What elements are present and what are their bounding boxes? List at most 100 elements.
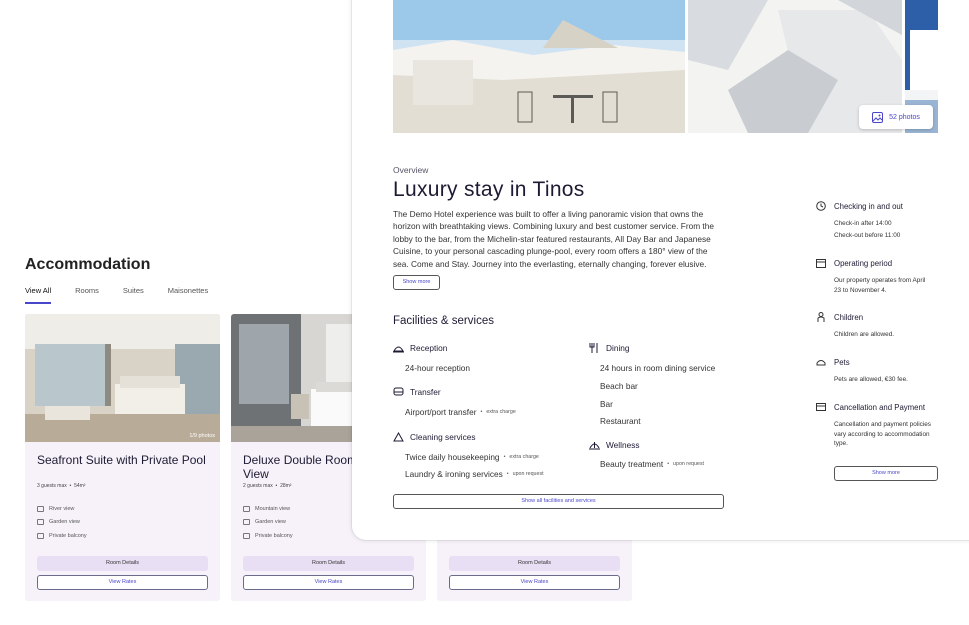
view-rates-button[interactable]: View Rates [37, 575, 208, 590]
feature-label: Garden view [255, 519, 286, 525]
room-feature: Private balcony [243, 533, 293, 539]
room-size: 28m² [280, 483, 292, 489]
room-feature: Garden view [243, 519, 286, 525]
cutlery-icon [589, 343, 598, 353]
room-feature: Mountain view [243, 506, 290, 512]
facility-label: 24 hours in room dining service [600, 363, 716, 373]
guests-max: 2 guests max [243, 483, 273, 489]
tab-maisonettes[interactable]: Maisonettes [168, 286, 208, 304]
photos-count-label: 52 photos [889, 113, 920, 121]
garden-icon [37, 519, 44, 525]
all-photos-button[interactable]: 52 photos [859, 105, 933, 129]
tab-suites[interactable]: Suites [123, 286, 144, 304]
facility-label: Bar [600, 399, 613, 409]
gallery-photo[interactable] [393, 0, 685, 133]
room-photo[interactable] [25, 314, 220, 442]
facility-label: Airport/port transfer [405, 407, 477, 417]
cancellation-title: Cancellation and Payment [834, 403, 926, 412]
view-icon [243, 506, 250, 512]
facility-label: Laundry & ironing services [405, 469, 503, 479]
feature-label: Mountain view [255, 506, 291, 512]
room-feature: Garden view [37, 519, 80, 525]
facility-item: Airport/port transfer • extra charge [405, 407, 516, 417]
feature-label: Private balcony [49, 533, 87, 539]
facilities-title: Facilities & services [393, 315, 494, 327]
facility-item: Bar [600, 399, 613, 409]
facility-item: 24-hour reception [405, 363, 470, 373]
photo-gallery: 52 photos [393, 0, 938, 133]
pets-text: Pets are allowed, €30 fee. [834, 376, 908, 383]
facility-group-wellness: Wellness [589, 440, 640, 450]
group-label: Dining [606, 343, 630, 353]
feature-label: River view [49, 506, 75, 512]
checkout-time: Check-out before 11:00 [834, 232, 901, 239]
facility-label: Beach bar [600, 381, 638, 391]
facility-group-cleaning: Cleaning services [393, 432, 475, 442]
facility-item: Restaurant [600, 416, 641, 426]
operating-title: Operating period [834, 259, 893, 268]
facility-item: Laundry & ironing services • upon request [405, 469, 544, 479]
guests-max: 3 guests max [37, 483, 67, 489]
children-text: Children are allowed. [834, 331, 895, 338]
group-label: Transfer [410, 387, 441, 397]
room-details-button[interactable]: Room Details [37, 556, 208, 571]
facility-label: Beauty treatment [600, 459, 664, 469]
facility-label: Twice daily housekeeping [405, 452, 500, 462]
tab-view-all[interactable]: View All [25, 286, 52, 304]
facility-note: extra charge [509, 454, 539, 460]
room-meta: 2 guests max • 28m² [243, 483, 292, 489]
calendar-icon [816, 259, 826, 268]
page-title: Luxury stay in Tinos [393, 178, 585, 201]
facility-note: upon request [673, 461, 704, 467]
facility-label: Restaurant [600, 416, 641, 426]
group-label: Wellness [606, 440, 640, 450]
tab-rooms[interactable]: Rooms [75, 286, 99, 304]
facility-item: Twice daily housekeeping • extra charge [405, 452, 539, 462]
facility-group-reception: Reception [393, 343, 447, 353]
room-feature: River view [37, 506, 74, 512]
checkin-time: Check-in after 14:00 [834, 220, 892, 227]
pets-title: Pets [834, 358, 850, 367]
facility-group-dining: Dining [589, 343, 630, 353]
view-rates-button[interactable]: View Rates [243, 575, 414, 590]
facility-item: Beauty treatment • upon request [600, 459, 704, 469]
child-icon [817, 312, 825, 322]
facility-item: 24 hours in room dining service [600, 363, 715, 373]
view-icon [37, 506, 44, 512]
group-label: Reception [410, 343, 448, 353]
view-rates-button[interactable]: View Rates [449, 575, 620, 590]
children-title: Children [834, 313, 864, 322]
facility-item: Beach bar [600, 381, 638, 391]
room-feature: Private balcony [37, 533, 87, 539]
room-card: 1/9 photos Seafront Suite with Private P… [25, 314, 220, 601]
operating-text: Our property operates from April 23 to N… [834, 277, 926, 294]
accommodation-tabs: View All Rooms Suites Maisonettes [25, 286, 208, 304]
feature-label: Garden view [49, 519, 80, 525]
room-size: 54m² [74, 483, 86, 489]
room-details-button[interactable]: Room Details [243, 556, 414, 571]
room-details-button[interactable]: Room Details [449, 556, 620, 571]
balcony-icon [37, 533, 44, 539]
photo-count: 1/9 photos [189, 433, 215, 439]
clock-icon [816, 201, 826, 211]
feature-label: Private balcony [255, 533, 293, 539]
cleaning-icon [393, 432, 404, 442]
overview-description: The Demo Hotel experience was built to o… [393, 209, 714, 269]
overview-label: Overview [393, 165, 429, 175]
room-name: Seafront Suite with Private Pool [37, 453, 206, 467]
garden-icon [243, 519, 250, 525]
checkin-title: Checking in and out [834, 202, 903, 211]
show-all-facilities-button[interactable]: Show all facilities and services [393, 494, 724, 509]
facility-label: 24-hour reception [405, 363, 471, 373]
payment-icon [816, 403, 826, 411]
group-label: Cleaning services [410, 432, 476, 442]
image-icon [872, 111, 884, 123]
policies-show-more-button[interactable]: Show more [834, 466, 938, 481]
room-meta: 3 guests max • 54m² [37, 483, 86, 489]
property-overview-modal: 52 photos Overview Luxury stay in Tinos … [352, 0, 969, 540]
accommodation-title: Accommodation [25, 256, 151, 273]
car-icon [393, 387, 404, 396]
show-more-button[interactable]: Show more [393, 275, 440, 290]
facility-note: extra charge [486, 409, 516, 415]
cancellation-text: Cancellation and payment policies vary a… [834, 421, 931, 448]
